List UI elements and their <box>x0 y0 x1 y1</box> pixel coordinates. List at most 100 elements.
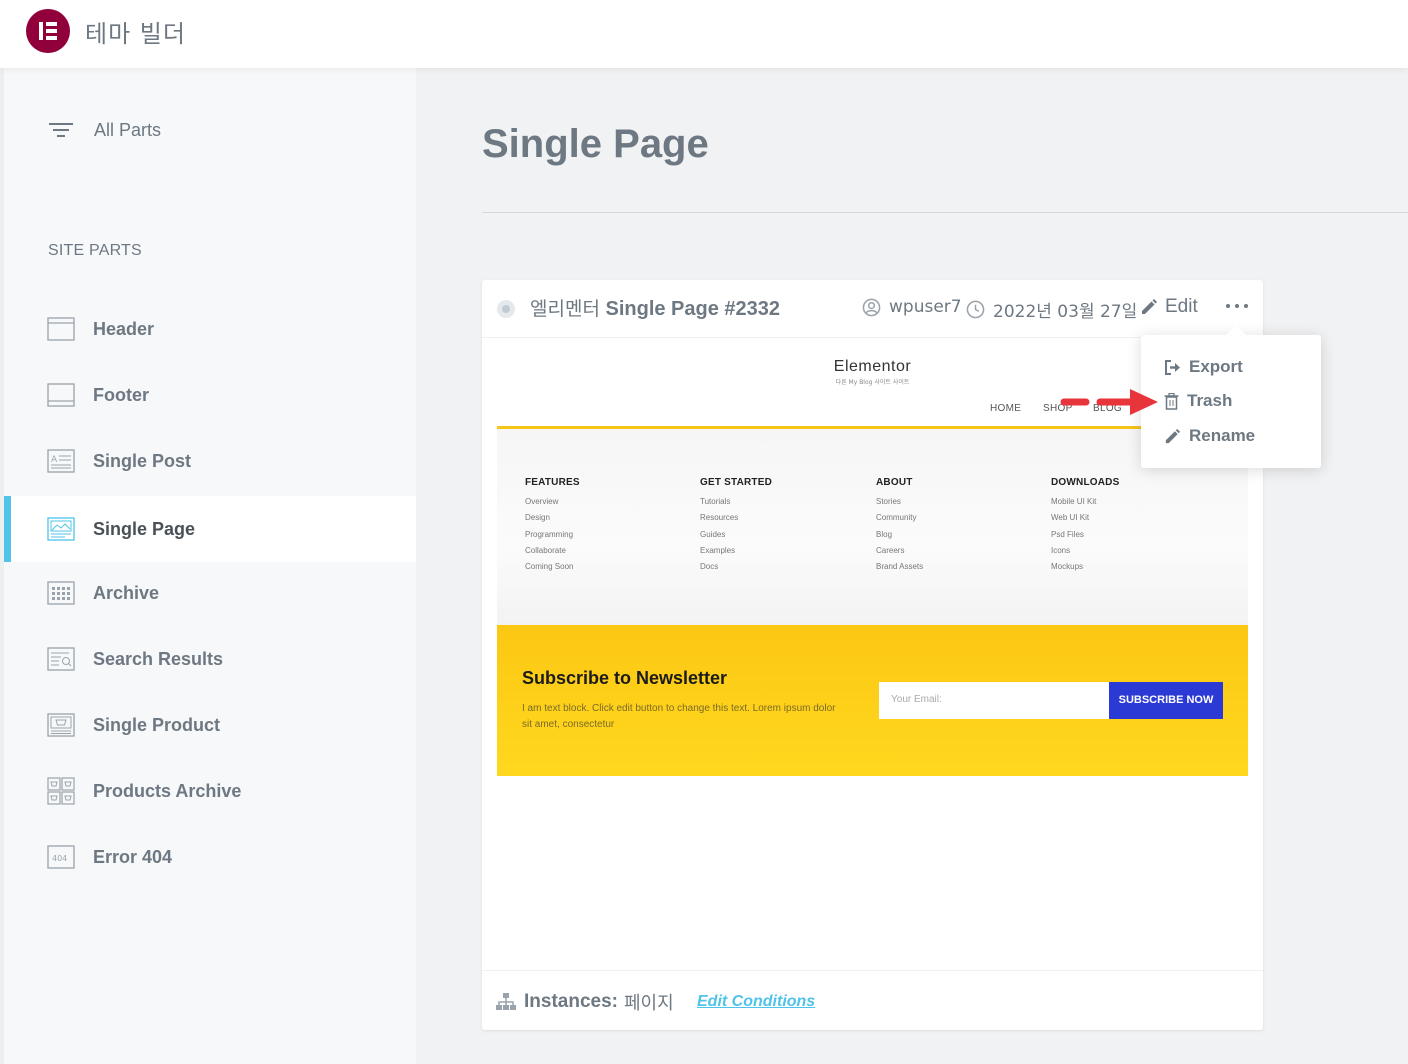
top-bar: 테마 빌더 <box>0 0 1408 68</box>
trash-icon <box>1164 392 1179 410</box>
all-parts-label: All Parts <box>94 119 162 140</box>
app-title: 테마 빌더 <box>85 20 186 48</box>
instances-value: 페이지 <box>623 993 674 1014</box>
pencil-icon <box>1165 428 1181 443</box>
divider <box>482 212 1408 213</box>
sidebar-item-label: Footer <box>93 384 149 405</box>
card-header: 엘리멘터 Single Page #2332 wpuser7 2022년 03월… <box>482 280 1263 338</box>
sidebar-item-archive[interactable]: Archive <box>4 560 416 626</box>
column-title: FEATURES <box>525 477 580 488</box>
column-link: Resources <box>700 513 739 523</box>
page-title: Single Page <box>482 122 709 166</box>
sidebar-item-footer[interactable]: Footer <box>4 362 416 428</box>
column-link: Blog <box>876 529 893 539</box>
clock-icon <box>966 300 985 319</box>
modified-date: 2022년 03월 27일 <box>993 302 1138 322</box>
card-title: 엘리멘터 Single Page #2332 <box>530 294 780 321</box>
sidebar-item-products-archive[interactable]: Products Archive <box>4 758 416 824</box>
card-title-name: Single Page #2332 <box>605 298 781 320</box>
subscribe-button: SUBSCRIBE NOW <box>1109 682 1223 719</box>
archive-icon <box>47 581 75 605</box>
card-footer: Instances: 페이지 Edit Conditions <box>482 970 1263 1030</box>
rename-label: Rename <box>1189 426 1256 445</box>
column-link: Overview <box>525 497 559 506</box>
newsletter-title: Subscribe to Newsletter <box>522 668 728 688</box>
column-link: Programming <box>525 529 574 539</box>
instances-info: Instances: 페이지 <box>496 989 674 1015</box>
column-link: Guides <box>700 529 726 539</box>
products-archive-icon <box>47 777 75 805</box>
instances-label: Instances: <box>524 991 618 1012</box>
sidebar-item-header[interactable]: Header <box>4 296 416 362</box>
all-parts-link[interactable]: All Parts <box>48 118 161 142</box>
red-arrow-annotation <box>1060 389 1158 415</box>
preview-column-downloads: DOWNLOADS Mobile UI Kit Web UI Kit Psd F… <box>1051 477 1119 578</box>
sidebar-item-error-404[interactable]: 404 Error 404 <box>4 824 416 890</box>
preview-newsletter: Subscribe to Newsletter I am text block.… <box>497 625 1248 776</box>
column-link: Mockups <box>1051 562 1084 572</box>
header-icon <box>47 317 75 341</box>
filter-icon <box>49 123 73 137</box>
pencil-icon <box>1142 299 1157 314</box>
column-link: Collaborate <box>525 545 566 555</box>
menu-item-export[interactable]: Export <box>1164 357 1243 377</box>
error-404-icon: 404 <box>47 845 75 869</box>
column-link: Docs <box>700 562 719 572</box>
sidebar-item-label: Single Post <box>93 450 192 471</box>
sidebar-item-label: Single Product <box>93 714 221 735</box>
preview-column-about: ABOUT Stories Community Blog Careers Bra… <box>876 477 923 578</box>
sidebar-item-search-results[interactable]: Search Results <box>4 626 416 692</box>
user-icon <box>862 298 881 316</box>
column-link: Mobile UI Kit <box>1051 497 1097 506</box>
preview-site-title: Elementor <box>833 358 912 375</box>
more-options-menu: Export Trash Rename <box>1141 335 1321 468</box>
export-label: Export <box>1189 357 1243 376</box>
sidebar-item-label: Error 404 <box>93 846 173 867</box>
preview-column-features: FEATURES Overview Design Programming Col… <box>525 477 580 578</box>
site-parts-heading: SITE PARTS <box>48 242 142 259</box>
sidebar-item-label: Archive <box>93 582 160 603</box>
preview-footer: FEATURES Overview Design Programming Col… <box>497 429 1248 625</box>
sidebar-item-label: Products Archive <box>93 780 242 801</box>
author-name: wpuser7 <box>889 297 962 317</box>
footer-icon <box>47 383 75 407</box>
preview-column-get-started: GET STARTED Tutorials Resources Guides E… <box>700 477 772 578</box>
template-preview[interactable]: Elementor 다른 My Blog 사이트 사이트 HOME SHOP B… <box>497 340 1248 970</box>
single-page-icon <box>47 517 75 541</box>
ellipsis-icon <box>1226 304 1230 308</box>
elementor-logo-icon[interactable] <box>26 9 70 53</box>
preview-tagline: 다른 My Blog 사이트 사이트 <box>835 379 910 386</box>
status-indicator <box>497 300 515 318</box>
column-link: Icons <box>1051 545 1071 555</box>
column-link: Brand Assets <box>876 562 924 572</box>
edit-label: Edit <box>1165 296 1198 317</box>
column-title: GET STARTED <box>700 477 773 488</box>
sitemap-icon <box>496 993 516 1010</box>
menu-item-trash[interactable]: Trash <box>1164 391 1232 411</box>
column-link: Design <box>525 513 550 523</box>
sidebar-item-single-page[interactable]: Single Page <box>4 496 416 562</box>
sidebar-item-single-product[interactable]: Single Product <box>4 692 416 758</box>
column-link: Psd Files <box>1051 529 1084 539</box>
single-product-icon <box>47 713 75 737</box>
author-meta: wpuser7 <box>862 297 962 317</box>
date-meta: 2022년 03월 27일 <box>966 297 1137 322</box>
menu-item-rename[interactable]: Rename <box>1164 426 1255 446</box>
column-link: Stories <box>876 497 901 506</box>
newsletter-email-field: Your Email: <box>879 682 1109 719</box>
card-title-prefix: 엘리멘터 <box>530 298 600 320</box>
edit-conditions-link[interactable]: Edit Conditions <box>697 993 815 1011</box>
newsletter-text: I am text block. Click edit button to ch… <box>522 703 836 730</box>
svg-text:404: 404 <box>52 854 67 863</box>
sidebar: All Parts SITE PARTS Header Footer A Sin… <box>4 68 416 1064</box>
search-results-icon <box>47 647 75 671</box>
column-link: Examples <box>700 545 736 555</box>
sidebar-item-single-post[interactable]: A Single Post <box>4 428 416 494</box>
svg-text:A: A <box>51 455 58 465</box>
export-icon <box>1165 359 1180 375</box>
column-link: Web UI Kit <box>1051 513 1090 523</box>
edit-button[interactable]: Edit <box>1140 296 1198 318</box>
column-link: Coming Soon <box>525 562 574 572</box>
more-options-button[interactable] <box>1226 294 1248 318</box>
sidebar-item-label: Search Results <box>93 648 224 669</box>
